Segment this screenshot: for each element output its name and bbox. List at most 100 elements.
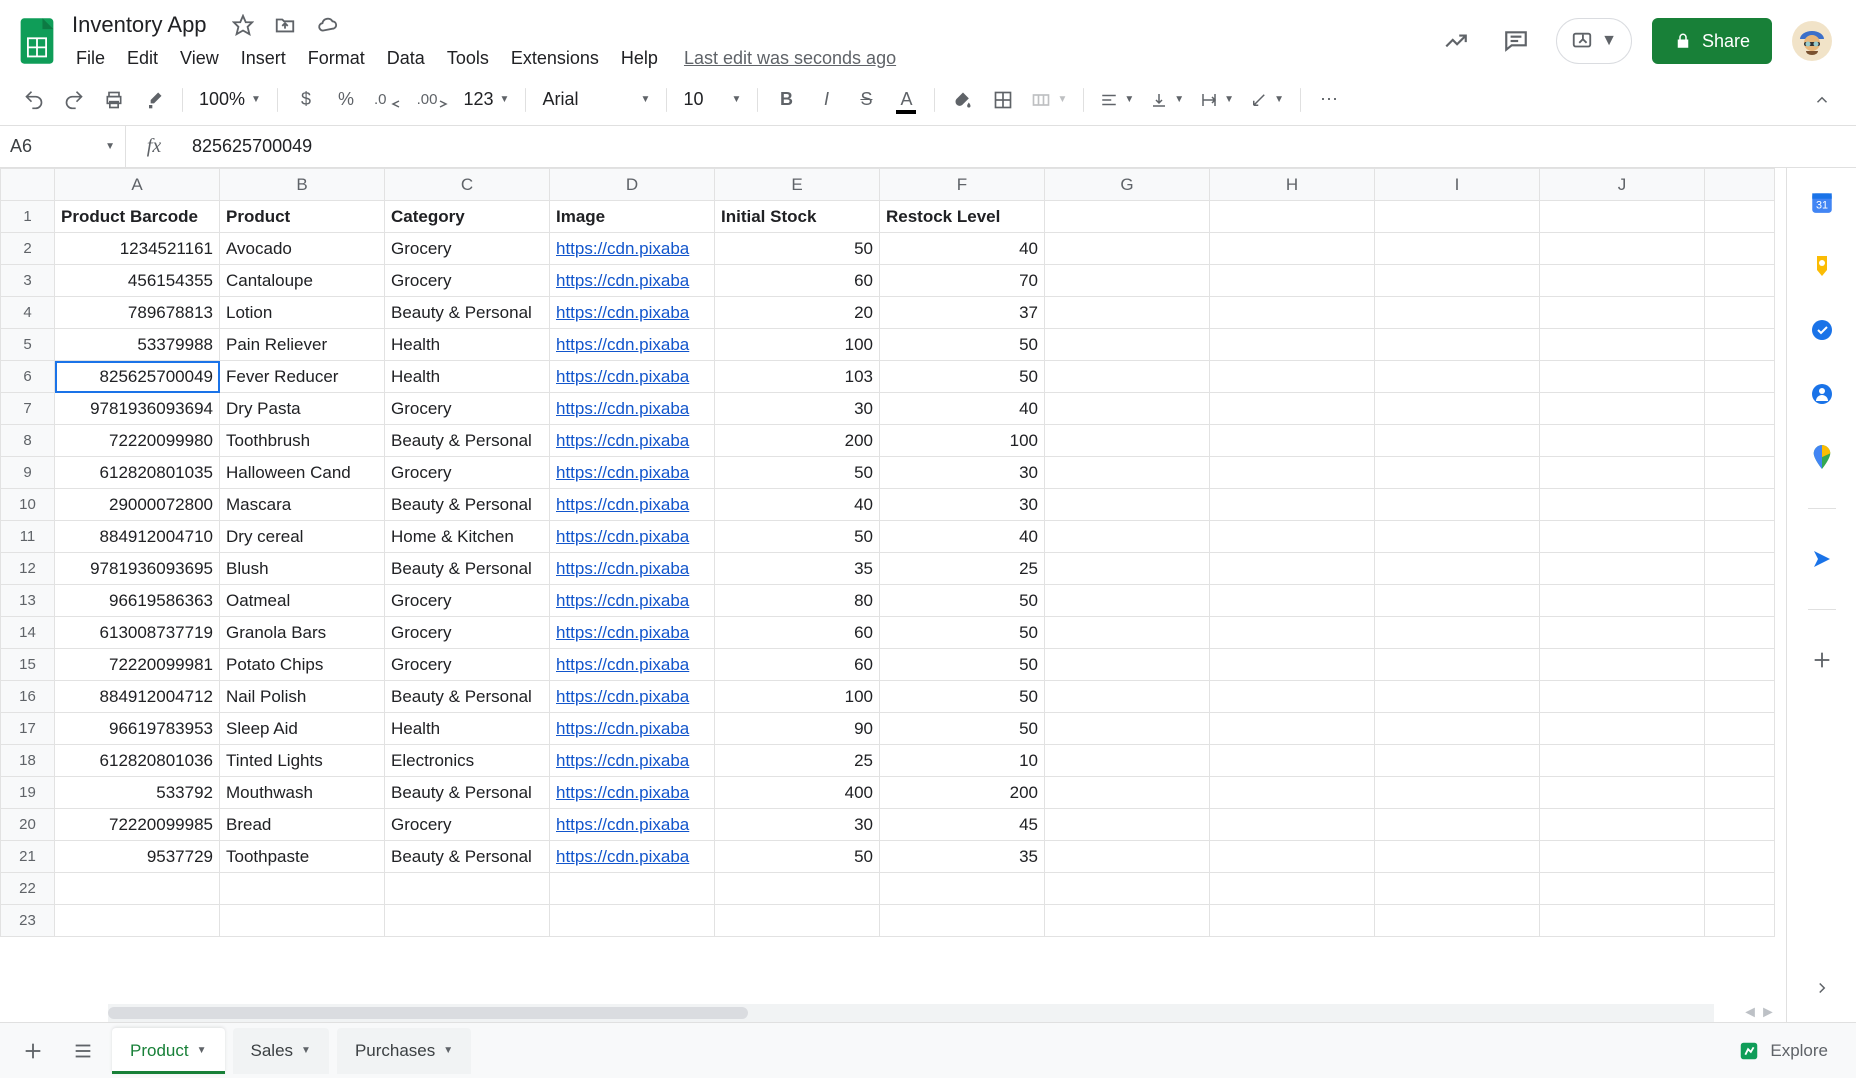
cell[interactable] xyxy=(1210,841,1375,873)
cell[interactable]: 30 xyxy=(880,457,1045,489)
cell[interactable] xyxy=(1045,585,1210,617)
cell[interactable]: Toothpaste xyxy=(220,841,385,873)
bold-button[interactable]: B xyxy=(768,82,804,118)
cell[interactable]: 100 xyxy=(715,329,880,361)
cell[interactable] xyxy=(880,873,1045,905)
cell[interactable]: https://cdn.pixaba xyxy=(550,233,715,265)
cell[interactable] xyxy=(1045,553,1210,585)
cell[interactable]: https://cdn.pixaba xyxy=(550,681,715,713)
cell[interactable] xyxy=(1540,329,1705,361)
cell[interactable]: Halloween Cand xyxy=(220,457,385,489)
cell[interactable] xyxy=(1375,649,1540,681)
cell[interactable]: https://cdn.pixaba xyxy=(550,617,715,649)
name-box[interactable]: A6▼ xyxy=(0,126,126,167)
hide-sidepanel-icon[interactable] xyxy=(1808,974,1836,1002)
cell[interactable] xyxy=(1045,745,1210,777)
cell[interactable]: 50 xyxy=(880,617,1045,649)
cell[interactable]: Toothbrush xyxy=(220,425,385,457)
row-header[interactable]: 10 xyxy=(1,489,55,521)
cell[interactable] xyxy=(1540,841,1705,873)
cell[interactable] xyxy=(1540,745,1705,777)
row-header[interactable]: 19 xyxy=(1,777,55,809)
cell[interactable] xyxy=(55,873,220,905)
cell[interactable]: 50 xyxy=(715,521,880,553)
row-header[interactable]: 15 xyxy=(1,649,55,681)
cell[interactable]: 30 xyxy=(715,809,880,841)
cell[interactable]: 80 xyxy=(715,585,880,617)
cell[interactable]: https://cdn.pixaba xyxy=(550,329,715,361)
cell[interactable] xyxy=(1210,681,1375,713)
cell[interactable] xyxy=(1540,873,1705,905)
cell[interactable]: 72220099985 xyxy=(55,809,220,841)
col-header-H[interactable]: H xyxy=(1210,169,1375,201)
merge-button[interactable]: ▼ xyxy=(1025,82,1073,118)
row-header[interactable]: 20 xyxy=(1,809,55,841)
cell[interactable] xyxy=(1045,649,1210,681)
cell[interactable] xyxy=(1210,425,1375,457)
cell[interactable]: Blush xyxy=(220,553,385,585)
cell[interactable]: Cantaloupe xyxy=(220,265,385,297)
cell[interactable] xyxy=(1045,425,1210,457)
cell[interactable]: Beauty & Personal xyxy=(385,553,550,585)
cell[interactable]: https://cdn.pixaba xyxy=(550,361,715,393)
row-header[interactable]: 11 xyxy=(1,521,55,553)
cell[interactable]: https://cdn.pixaba xyxy=(550,457,715,489)
menu-file[interactable]: File xyxy=(66,44,115,73)
cell[interactable] xyxy=(1045,265,1210,297)
cell[interactable]: Beauty & Personal xyxy=(385,489,550,521)
strike-button[interactable]: S xyxy=(848,82,884,118)
row-header[interactable]: 2 xyxy=(1,233,55,265)
cell[interactable] xyxy=(220,873,385,905)
cell[interactable] xyxy=(1375,905,1540,937)
cell[interactable] xyxy=(1375,233,1540,265)
cell[interactable]: 96619783953 xyxy=(55,713,220,745)
cell[interactable]: Mouthwash xyxy=(220,777,385,809)
cell[interactable]: 613008737719 xyxy=(55,617,220,649)
cell[interactable]: https://cdn.pixaba xyxy=(550,265,715,297)
col-header-A[interactable]: A xyxy=(55,169,220,201)
row-header[interactable]: 7 xyxy=(1,393,55,425)
cell[interactable]: https://cdn.pixaba xyxy=(550,553,715,585)
menu-insert[interactable]: Insert xyxy=(231,44,296,73)
cell[interactable]: 825625700049 xyxy=(55,361,220,393)
cell[interactable]: Potato Chips xyxy=(220,649,385,681)
row-header[interactable]: 4 xyxy=(1,297,55,329)
cell[interactable] xyxy=(1540,233,1705,265)
row-header[interactable]: 8 xyxy=(1,425,55,457)
cell[interactable]: Restock Level xyxy=(880,201,1045,233)
cell[interactable]: 40 xyxy=(880,233,1045,265)
cell[interactable]: 612820801035 xyxy=(55,457,220,489)
cell[interactable] xyxy=(1210,553,1375,585)
cell[interactable] xyxy=(1210,489,1375,521)
cell[interactable]: 50 xyxy=(880,713,1045,745)
col-header-D[interactable]: D xyxy=(550,169,715,201)
menu-format[interactable]: Format xyxy=(298,44,375,73)
cell[interactable] xyxy=(1045,233,1210,265)
cell[interactable]: 25 xyxy=(880,553,1045,585)
share-button[interactable]: Share xyxy=(1652,18,1772,64)
cell[interactable]: 50 xyxy=(715,457,880,489)
currency-button[interactable]: $ xyxy=(288,82,324,118)
print-button[interactable] xyxy=(96,82,132,118)
cell[interactable]: 29000072800 xyxy=(55,489,220,521)
last-edit-link[interactable]: Last edit was seconds ago xyxy=(684,48,896,69)
cell[interactable]: 25 xyxy=(715,745,880,777)
cell[interactable]: Fever Reducer xyxy=(220,361,385,393)
cell[interactable]: 200 xyxy=(880,777,1045,809)
cell[interactable]: 50 xyxy=(880,585,1045,617)
cell[interactable] xyxy=(1375,361,1540,393)
paint-format-button[interactable] xyxy=(136,82,172,118)
contacts-icon[interactable] xyxy=(1808,380,1836,408)
cell[interactable]: 45 xyxy=(880,809,1045,841)
cell[interactable]: https://cdn.pixaba xyxy=(550,425,715,457)
cell[interactable] xyxy=(1045,361,1210,393)
cell[interactable] xyxy=(1375,489,1540,521)
col-header-E[interactable]: E xyxy=(715,169,880,201)
cell[interactable]: https://cdn.pixaba xyxy=(550,777,715,809)
cell[interactable] xyxy=(1045,681,1210,713)
cell[interactable] xyxy=(385,905,550,937)
cell[interactable]: 72220099980 xyxy=(55,425,220,457)
cell[interactable] xyxy=(1540,201,1705,233)
cell[interactable] xyxy=(1375,265,1540,297)
cell[interactable]: 789678813 xyxy=(55,297,220,329)
